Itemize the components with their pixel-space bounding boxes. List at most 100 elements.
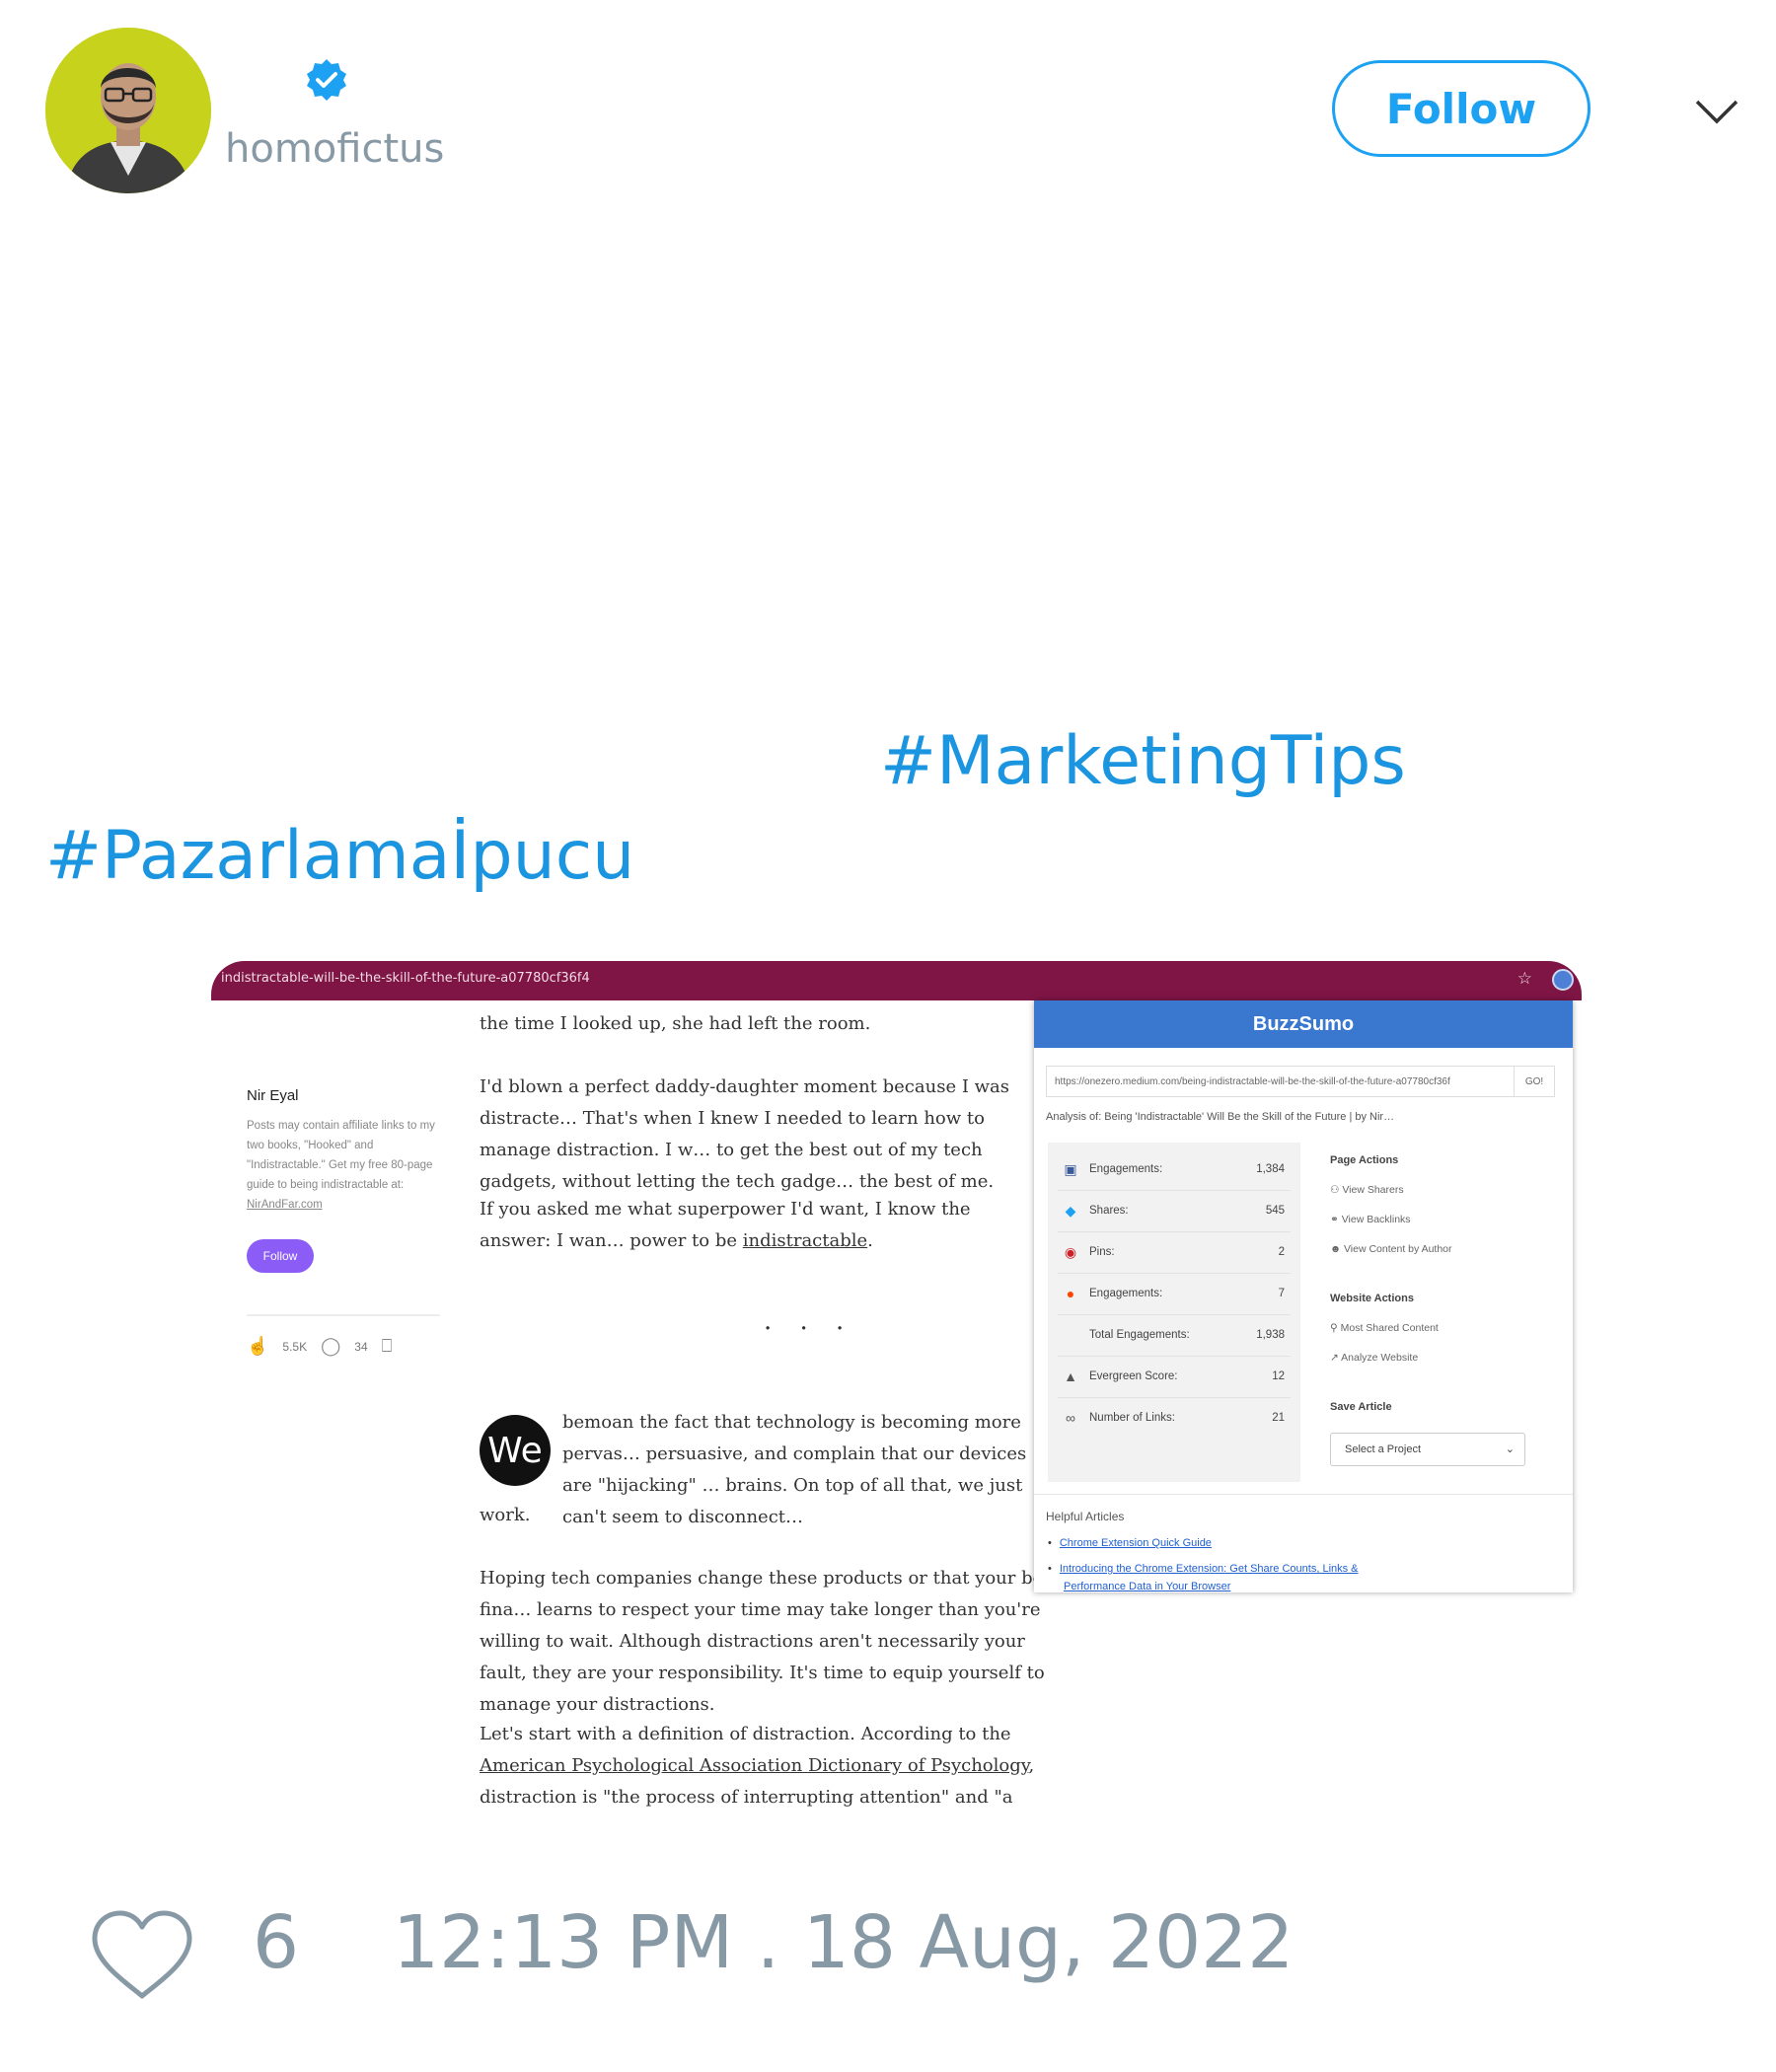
stat-row: ◆ Shares: 545: [1058, 1190, 1291, 1232]
stat-row-total: Total Engagements: 1,938: [1058, 1314, 1291, 1357]
stat-value: 12: [1272, 1370, 1285, 1382]
action-label: View Content by Author: [1343, 1243, 1452, 1255]
buzzsumo-analysis-title: Analysis of: Being 'Indistractable' Will…: [1046, 1111, 1395, 1123]
stat-value: 21: [1272, 1412, 1285, 1424]
hashtag-marketingtips[interactable]: #MarketingTips: [880, 728, 1406, 795]
sidebar-divider: [247, 1314, 440, 1316]
action-label: Most Shared Content: [1340, 1322, 1439, 1334]
buzzsumo-url-text: https://onezero.medium.com/being-indistr…: [1055, 1075, 1450, 1087]
article-paragraph: If you asked me what superpower I'd want…: [480, 1194, 1032, 1257]
twitter-icon: ◆: [1065, 1202, 1076, 1219]
article-paragraph: I'd blown a perfect daddy-daughter momen…: [480, 1076, 1010, 1192]
buzzsumo-go-button: GO!: [1514, 1067, 1554, 1096]
tweet-timestamp[interactable]: 12:13 PM . 18 Aug, 2022: [393, 1906, 1294, 1979]
comment-icon: ◯: [321, 1336, 341, 1356]
sidebar-bio: Posts may contain affiliate links to my …: [247, 1116, 444, 1215]
verified-badge-icon: [307, 59, 346, 101]
stat-value: 2: [1278, 1246, 1285, 1258]
clap-count: 5.5K: [282, 1339, 308, 1354]
buzzsumo-stats-box: ▣ Engagements: 1,384 ◆ Shares: 545 ◉ Pin…: [1048, 1143, 1300, 1482]
help-link-text: Chrome Extension Quick Guide: [1059, 1537, 1212, 1549]
article-link-apa: American Psychological Association Dicti…: [480, 1755, 1029, 1776]
reddit-icon: ●: [1066, 1286, 1075, 1301]
stat-row: ● Engagements: 7: [1058, 1273, 1291, 1315]
response-count: 34: [354, 1339, 368, 1354]
browser-url: indistractable-will-be-the-skill-of-the-…: [221, 971, 590, 986]
stat-label: Engagements:: [1089, 1288, 1163, 1299]
stat-label: Pins:: [1089, 1246, 1115, 1258]
article-text: .: [867, 1230, 873, 1251]
bookmark-icon: ⎕: [381, 1336, 393, 1356]
help-link: • Chrome Extension Quick Guide: [1048, 1537, 1212, 1549]
chevron-down-icon[interactable]: [1692, 87, 1741, 136]
buzzsumo-logo: BuzzSumo: [1034, 1000, 1573, 1048]
sidebar-author-name: Nir Eyal: [247, 1087, 299, 1104]
hashtag-pazarlamaipucu[interactable]: #Pazarlamaİpucu: [45, 823, 634, 890]
follow-button[interactable]: Follow: [1332, 60, 1591, 157]
link-icon: ⚭: [1330, 1214, 1342, 1225]
clap-icon: ☝: [247, 1336, 269, 1356]
tree-icon: ▲: [1064, 1369, 1077, 1384]
stat-label: Number of Links:: [1089, 1412, 1175, 1424]
action-label: Analyze Website: [1341, 1352, 1419, 1364]
chevron-down-icon: ⌄: [1505, 1443, 1515, 1455]
article-paragraph: work.: [480, 1505, 531, 1525]
help-link-text: Introducing the Chrome Extension: Get Sh…: [1059, 1563, 1359, 1575]
bullet: •: [1048, 1537, 1052, 1549]
article-link-indistractable: indistractable: [742, 1230, 868, 1251]
article-paragraph: the time I looked up, she had left the r…: [480, 1013, 871, 1034]
tweet-media-image[interactable]: indistractable-will-be-the-skill-of-the-…: [211, 961, 1582, 1819]
sidebar-stats: ☝ 5.5K ◯ 34 ⎕: [247, 1336, 392, 1357]
stat-label: Total Engagements:: [1089, 1329, 1190, 1341]
view-sharers-link: ⚇ View Sharers: [1330, 1184, 1404, 1196]
stat-value: 1,384: [1256, 1163, 1285, 1175]
stat-label: Evergreen Score:: [1089, 1370, 1178, 1382]
stat-value: 1,938: [1256, 1329, 1285, 1341]
avatar[interactable]: [45, 28, 211, 193]
website-actions-title: Website Actions: [1330, 1293, 1414, 1304]
stat-row: ▣ Engagements: 1,384: [1058, 1148, 1291, 1191]
view-content-by-author-link: ☻ View Content by Author: [1330, 1243, 1452, 1255]
article-text: If you asked me what superpower I'd want…: [480, 1199, 971, 1251]
like-count: 6: [253, 1900, 300, 1985]
stat-row: ∞ Number of Links: 21: [1058, 1397, 1291, 1439]
view-backlinks-link: ⚭ View Backlinks: [1330, 1214, 1411, 1225]
select-placeholder: Select a Project: [1345, 1443, 1422, 1455]
article-paragraph: Hoping tech companies change these produ…: [480, 1568, 1062, 1715]
browser-address-bar: indistractable-will-be-the-skill-of-the-…: [211, 961, 1582, 1000]
action-label: View Sharers: [1342, 1184, 1404, 1196]
stat-value: 7: [1278, 1288, 1285, 1299]
article-paragraph: bemoan the fact that technology is becom…: [562, 1412, 1027, 1527]
help-link: • Introducing the Chrome Extension: Get S…: [1048, 1563, 1359, 1575]
pinterest-icon: ◉: [1064, 1243, 1077, 1260]
buzzsumo-url-field: https://onezero.medium.com/being-indistr…: [1046, 1066, 1555, 1097]
stat-label: Engagements:: [1089, 1163, 1163, 1175]
stat-row: ▲ Evergreen Score: 12: [1058, 1356, 1291, 1398]
section-divider: · · ·: [764, 1314, 854, 1344]
save-article-title: Save Article: [1330, 1401, 1392, 1413]
help-link-continued: Performance Data in Your Browser: [1064, 1581, 1231, 1592]
stat-label: Shares:: [1089, 1205, 1129, 1217]
bookmark-star-icon: ☆: [1517, 969, 1532, 989]
most-shared-content-link: ⚲ Most Shared Content: [1330, 1322, 1439, 1334]
select-project-dropdown: Select a Project ⌄: [1330, 1433, 1525, 1466]
facebook-icon: ▣: [1064, 1160, 1077, 1177]
link-icon: ∞: [1066, 1410, 1075, 1426]
users-icon: ⚇: [1330, 1184, 1343, 1196]
trend-icon: ↗: [1330, 1352, 1342, 1364]
helpful-articles-title: Helpful Articles: [1046, 1510, 1125, 1523]
article-paragraph: Let's start with a definition of distrac…: [480, 1719, 1072, 1819]
bullet: •: [1048, 1563, 1052, 1575]
article-text: Let's start with a definition of distrac…: [480, 1724, 1011, 1744]
author-handle[interactable]: homofictus: [225, 126, 444, 172]
stat-row: ◉ Pins: 2: [1058, 1231, 1291, 1274]
page-actions-title: Page Actions: [1330, 1154, 1399, 1166]
buzzsumo-panel: BuzzSumo https://onezero.medium.com/bein…: [1034, 1000, 1573, 1592]
author-sidebar: Nir Eyal Posts may contain affiliate lin…: [247, 1087, 444, 1215]
like-heart-icon[interactable]: [89, 1909, 195, 2004]
sidebar-bio-link: NirAndFar.com: [247, 1199, 323, 1211]
analyze-website-link: ↗ Analyze Website: [1330, 1352, 1418, 1364]
search-icon: ⚲: [1330, 1322, 1341, 1334]
drop-cap-badge: We: [480, 1415, 551, 1486]
sidebar-bio-text: Posts may contain affiliate links to my …: [247, 1120, 435, 1191]
